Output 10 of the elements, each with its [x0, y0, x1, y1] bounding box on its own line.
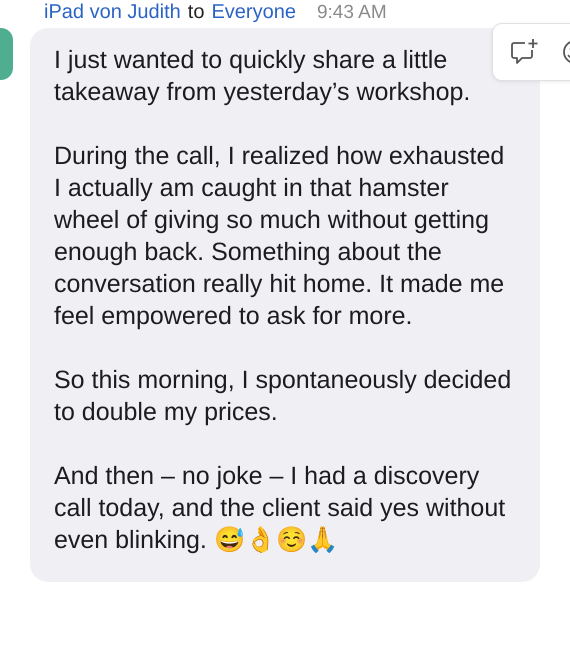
message-paragraph: And then – no joke – I had a discovery call today, and the client said yes without even blinking. 😅👌☺🙏: [54, 461, 506, 556]
recipient-name[interactable]: Everyone: [211, 0, 296, 24]
avatar: [0, 28, 13, 80]
message-paragraph: I just wanted to quickly share a little takeaway from yesterday’s workshop.: [54, 45, 472, 108]
message-paragraph: During the call, I realized how exhausted I actually am caught in that hamster wheel of giving so much without getting enough back. Something about the conversation really hit home. It made me feel empowered to ask for more.: [54, 141, 506, 332]
recipient-connector: to: [188, 0, 204, 24]
sender-name[interactable]: iPad von Judith: [44, 0, 181, 24]
message-time: 9:43 AM: [316, 1, 387, 25]
reply-thread-icon[interactable]: [509, 38, 539, 66]
message-paragraph: So this morning, I spontaneously decided to double my prices.: [54, 365, 512, 428]
